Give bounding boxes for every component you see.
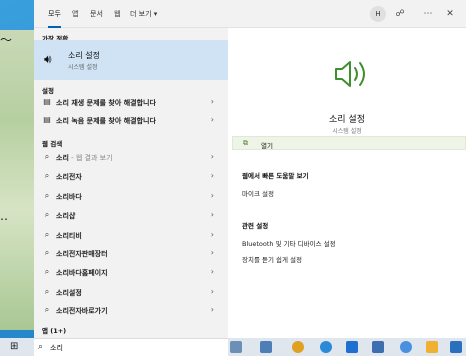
chevron-right-icon: › [210,248,214,257]
troubleshoot-icon: ▤ [43,97,51,106]
tab-apps[interactable]: 앱 [72,9,78,19]
settings-item-label: 소리 재생 문제를 찾아 해결합니다 [56,99,156,107]
search-icon: ⌕ [44,171,50,180]
best-match-subtitle: 시스템 설정 [68,64,98,71]
quick-help-heading: 웹에서 빠른 도움말 보기 [242,172,309,180]
mic-settings-link[interactable]: 마이크 설정 [242,188,274,198]
settings-item-recording[interactable]: ▤ 소리 녹음 문제를 찾아 해결합니다 › [34,112,228,128]
web-result[interactable]: ⌕ 소리전자판매장터 › [34,245,228,261]
wallpaper-stroke: 〜 [0,33,13,47]
search-top-bar: 모두 앱 문서 웹 더 보기 ▾ H ☍ ⋯ ✕ [34,0,466,28]
app-icon[interactable] [346,341,358,353]
web-result[interactable]: ⌕ 소리바다홈페이지 › [34,264,228,280]
tab-more[interactable]: 더 보기 ▾ [130,9,157,19]
speaker-icon: 🔊︎ [44,52,52,66]
tab-all[interactable]: 모두 [48,9,61,28]
search-icon: ⌕ [44,248,50,257]
calculator-icon[interactable] [260,341,272,353]
detail-pane: 소리 설정 시스템 설정 ⧉ 열기 웹에서 빠른 도움말 보기 마이크 설정 관… [228,28,466,338]
chevron-right-icon: › [210,152,214,161]
app-icon[interactable] [400,341,412,353]
search-icon: ⌕ [44,191,50,200]
web-result-label: 소리티비 [56,232,82,240]
search-icon: ⌕ [44,267,50,276]
chevron-right-icon: › [210,287,214,296]
web-result[interactable]: ⌕ 소리설정 › [34,284,228,300]
web-search-heading: 웹 검색 [42,140,63,148]
chevron-right-icon: › [210,305,214,314]
web-result[interactable]: ⌕ 소리전자바로가기 › [34,302,228,318]
search-icon: ⌕ [44,305,50,314]
device-audio-settings-link[interactable]: 장치를 듣기 쉽게 설정 [242,254,302,264]
search-icon: ⌕ [44,230,50,239]
detail-subtitle: 시스템 설정 [332,128,362,135]
chevron-right-icon: › [210,230,214,239]
web-result[interactable]: ⌕ 소리바다 › [34,188,228,204]
search-icon: ⌕ [44,210,50,219]
settings-item-playback[interactable]: ▤ 소리 재생 문제를 찾아 해결합니다 › [34,94,228,110]
web-result-label: 소리전자 [56,173,82,181]
feedback-icon[interactable]: ☍ [392,6,408,22]
detail-title: 소리 설정 [329,115,365,125]
wallpaper-stroke: ‥ [0,209,9,223]
taskbar-search-box[interactable]: ⌕ 소리 [34,338,228,356]
web-result-label: 소리바다 [56,193,82,201]
task-view-icon[interactable] [230,341,242,353]
app-icon[interactable] [450,341,462,353]
app-icon[interactable] [372,341,384,353]
bluetooth-settings-link[interactable]: Bluetooth 및 기타 디바이스 설정 [242,238,336,248]
windows-start-icon[interactable]: ⊞ [10,341,18,352]
web-result[interactable]: ⌕ 소리전자 › [34,168,228,184]
related-settings-heading: 관련 설정 [242,222,269,230]
close-icon[interactable]: ✕ [442,6,458,22]
chevron-right-icon: › [210,210,214,219]
chevron-right-icon: › [210,267,214,276]
web-result-first[interactable]: ⌕ 소리 - 웹 결과 보기 › [34,149,228,165]
web-result-label: 소리전자판매장터 [56,250,108,258]
troubleshoot-icon: ▤ [43,115,51,124]
file-explorer-icon[interactable] [426,341,438,353]
apps-heading: 앱 (1+) [42,327,67,335]
chevron-right-icon: › [210,97,214,106]
tab-web[interactable]: 웹 [114,9,120,19]
web-result[interactable]: ⌕ 소리샵 › [34,207,228,223]
best-match-title: 소리 설정 [68,51,100,60]
search-icon: ⌕ [44,287,50,296]
tab-documents[interactable]: 문서 [90,9,103,19]
open-button[interactable]: ⧉ 열기 [232,136,466,150]
settings-item-label: 소리 녹음 문제를 찾아 해결합니다 [56,117,156,125]
web-result-label: 소리바다홈페이지 [56,269,108,277]
more-options-icon[interactable]: ⋯ [420,6,436,22]
open-window-icon: ⧉ [243,139,248,147]
web-result-label: 소리샵 [56,212,76,220]
chrome-icon[interactable] [292,341,304,353]
edge-icon[interactable] [320,341,332,353]
speaker-icon [335,61,365,87]
best-match-item[interactable]: 🔊︎ 소리 설정 시스템 설정 [34,40,228,80]
web-result[interactable]: ⌕ 소리티비 › [34,227,228,243]
chevron-right-icon: › [210,171,214,180]
chevron-right-icon: › [210,191,214,200]
web-result-label: 소리전자바로가기 [56,307,108,315]
avatar[interactable]: H [370,6,386,22]
search-panel: 모두 앱 문서 웹 더 보기 ▾ H ☍ ⋯ ✕ 가장 정확 🔊︎ 소리 설정 … [34,0,466,338]
web-result-label: 소리설정 [56,289,82,297]
chevron-right-icon: › [210,115,214,124]
web-result-label: 소리 - 웹 결과 보기 [56,154,113,162]
search-icon: ⌕ [38,342,44,352]
search-input[interactable]: 소리 [50,343,63,353]
search-icon: ⌕ [44,152,50,161]
open-button-label: 열기 [261,142,273,150]
wallpaper-map [0,30,34,330]
